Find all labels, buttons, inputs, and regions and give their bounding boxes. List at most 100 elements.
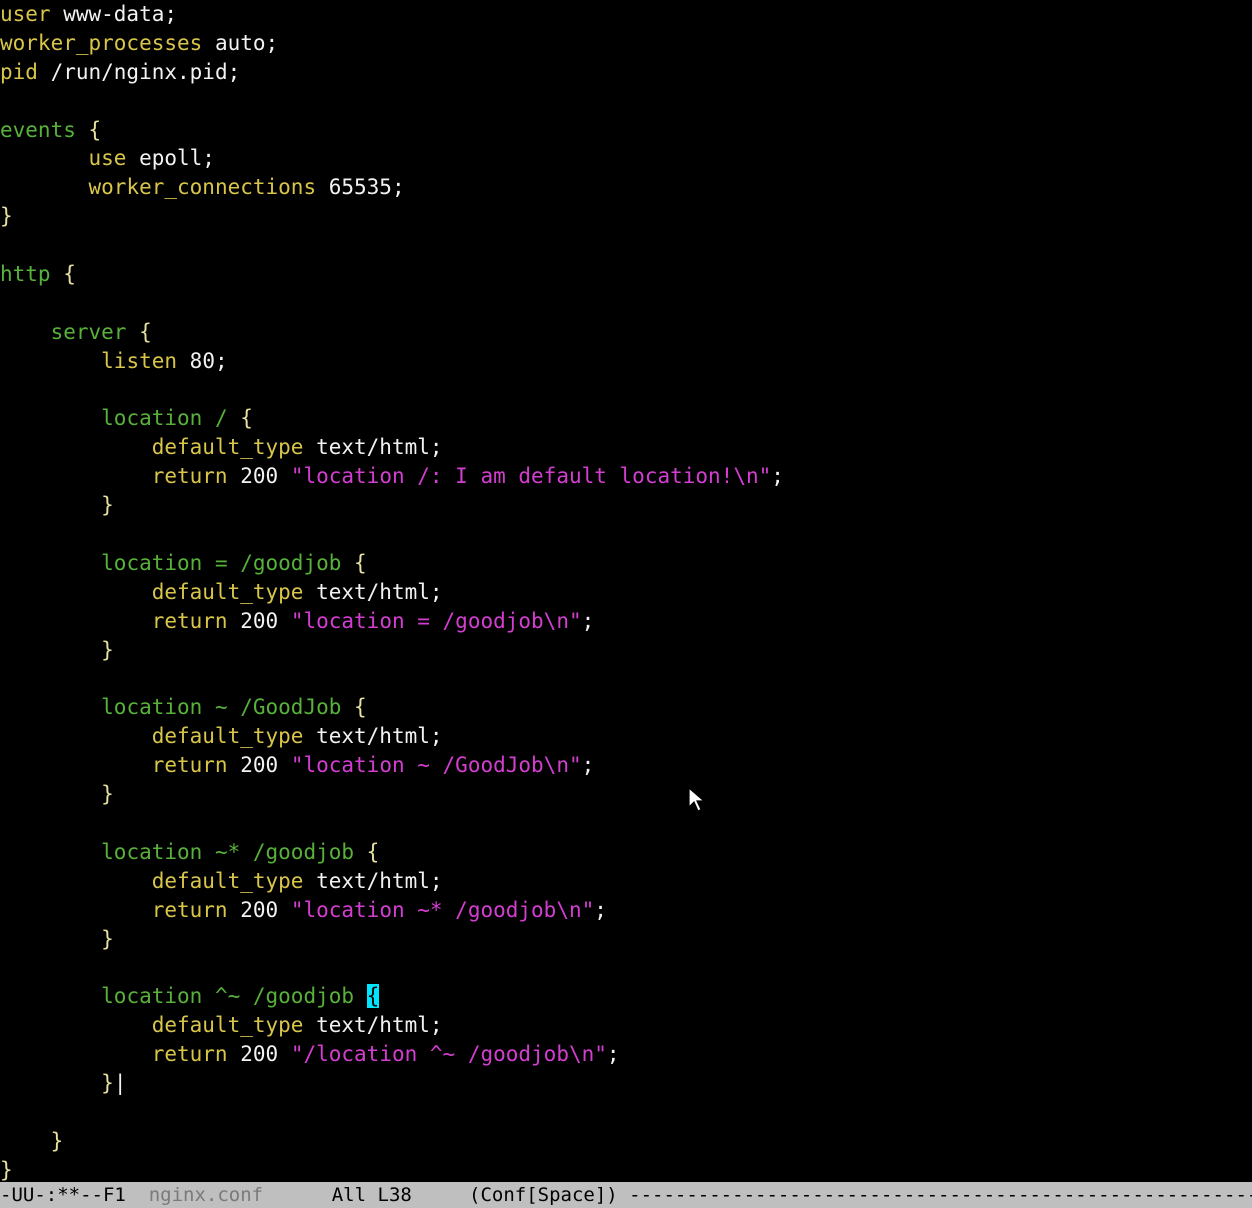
mode-line-major-mode[interactable]: (Conf[Space]) [469,1184,618,1206]
code-line[interactable]: } [0,1127,1252,1156]
code-brace: { [63,262,76,287]
code-directive: worker_processes [0,30,215,55]
code-directive: return [151,464,241,489]
code-line[interactable]: worker_processes auto; [0,29,1252,58]
code-keyword: location ~ /GoodJob [101,695,355,720]
code-line[interactable]: location ~* /goodjob { [0,838,1252,867]
code-line[interactable]: return 200 "location = /goodjob\n"; [0,607,1252,636]
mode-line-position: All L38 [263,1184,470,1206]
code-line[interactable]: user www-data; [0,0,1252,29]
code-directive: worker_connections [88,175,329,200]
code-string: "location ~* /goodjob\n" [290,897,595,922]
code-line[interactable] [0,664,1252,693]
code-text: 200 [240,464,291,489]
code-line[interactable]: default_type text/html; [0,1011,1252,1040]
code-directive: return [151,1042,241,1067]
code-line[interactable]: events { [0,116,1252,145]
code-brace: { [88,117,102,142]
code-line[interactable] [0,953,1252,982]
mode-line-buffer-name[interactable]: nginx.conf [149,1184,263,1206]
code-line[interactable]: http { [0,260,1252,289]
code-text: auto; [214,30,279,55]
code-directive: default_type [151,579,317,604]
code-line[interactable]: return 200 "location /: I am default loc… [0,462,1252,491]
code-brace: { [240,406,253,431]
code-brace: { [366,839,380,864]
code-line[interactable]: pid /run/nginx.pid; [0,58,1252,87]
text-cursor-paren-match: { [366,984,380,1009]
code-line[interactable] [0,809,1252,838]
code-line[interactable] [0,520,1252,549]
code-line[interactable]: } [0,780,1252,809]
code-keyword: location / [101,406,241,431]
code-line[interactable] [0,1098,1252,1127]
code-text: 80; [189,348,228,373]
code-line[interactable]: location = /goodjob { [0,549,1252,578]
code-line[interactable] [0,87,1252,116]
code-line[interactable]: location / { [0,404,1252,433]
code-line[interactable]: return 200 "/location ^~ /goodjob\n"; [0,1040,1252,1069]
code-line[interactable]: location ^~ /goodjob { [0,982,1252,1011]
code-line[interactable]: } [0,925,1252,954]
code-string: "location = /goodjob\n" [290,608,582,633]
code-line[interactable]: default_type text/html; [0,722,1252,751]
code-keyword: events [0,117,89,142]
code-text: text/html; [316,435,443,460]
code-text: text/html; [316,868,443,893]
code-line[interactable]: server { [0,318,1252,347]
code-directive: return [151,608,241,633]
mode-line: -UU-:**--F1 nginx.conf All L38 (Conf[Spa… [0,1182,1252,1208]
code-line[interactable] [0,376,1252,405]
code-line[interactable]: } [0,491,1252,520]
code-text: ; [581,608,595,633]
code-area[interactable]: user www-data; worker_processes auto; pid … [0,0,1252,1182]
code-keyword: location ^~ /goodjob [101,984,367,1009]
code-line[interactable]: } [0,1156,1252,1182]
code-line[interactable]: } [0,636,1252,665]
code-brace: } [101,1070,114,1095]
code-directive: pid [0,59,51,84]
code-line[interactable]: worker_connections 65535; [0,173,1252,202]
code-brace: } [101,926,114,951]
code-line[interactable]: listen 80; [0,347,1252,376]
editor-buffer[interactable]: user www-data; worker_processes auto; pid … [0,0,1252,1182]
code-brace: { [354,550,367,575]
code-line[interactable]: } [0,202,1252,231]
code-line[interactable] [0,231,1252,260]
mouse-pointer-icon [688,787,706,812]
code-text: text/html; [316,1013,443,1038]
code-text: epoll; [139,146,215,171]
code-line[interactable]: default_type text/html; [0,578,1252,607]
code-line[interactable] [0,289,1252,318]
code-directive: listen [101,348,190,373]
code-line[interactable]: }| [0,1069,1252,1098]
code-line[interactable]: default_type text/html; [0,433,1252,462]
code-directive: use [88,146,140,171]
code-text: ; [581,753,595,778]
code-string: "location /: I am default location!\n" [290,464,772,489]
mode-line-status: -UU-:**--F1 [0,1184,149,1206]
code-text: ; [771,464,784,489]
code-line[interactable]: return 200 "location ~ /GoodJob\n"; [0,751,1252,780]
code-line[interactable]: location ~ /GoodJob { [0,693,1252,722]
code-brace: } [101,493,114,518]
code-line[interactable]: default_type text/html; [0,867,1252,896]
code-line[interactable]: return 200 "location ~* /goodjob\n"; [0,896,1252,925]
code-keyword: http [0,262,64,287]
code-brace: } [0,1157,13,1182]
code-line[interactable]: use epoll; [0,144,1252,173]
code-text: /run/nginx.pid; [50,59,241,84]
